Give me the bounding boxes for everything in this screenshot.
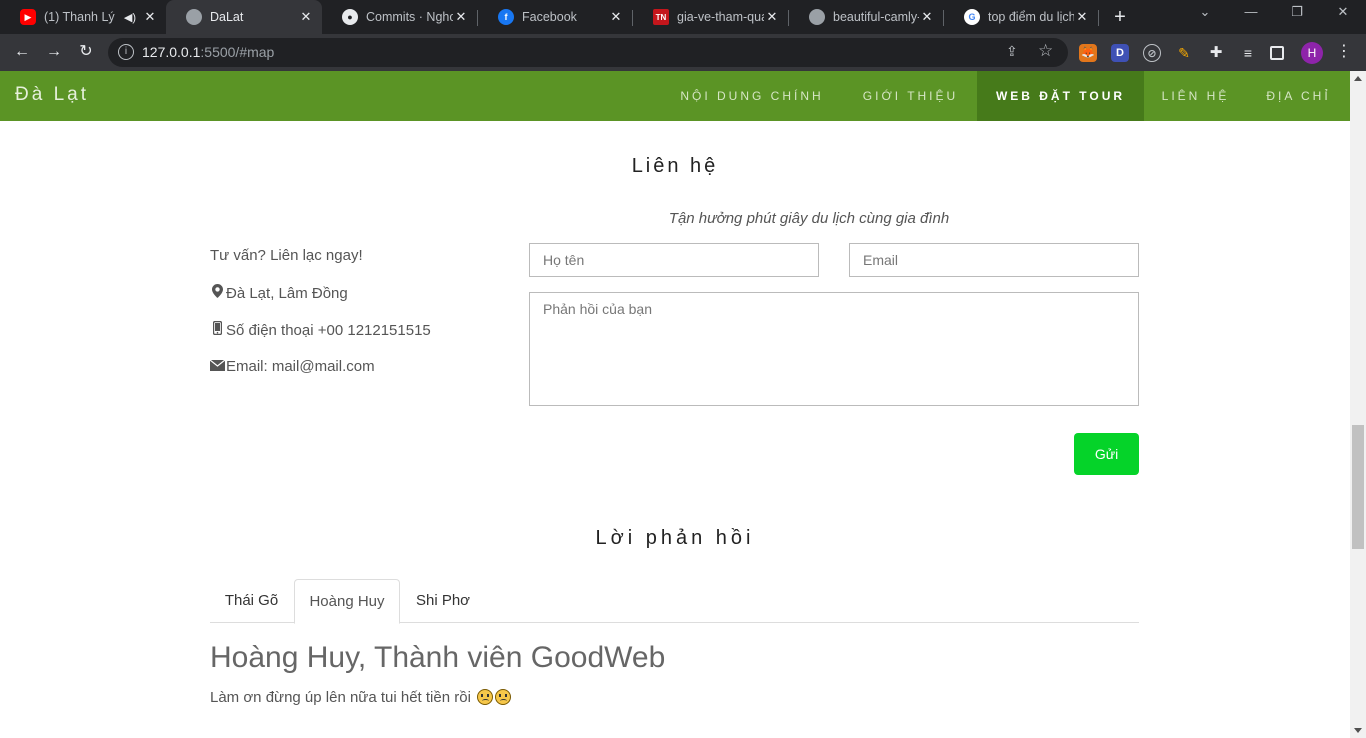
address-bar[interactable]: i 127.0.0.1:5500/#map ⇪ ☆	[108, 38, 1068, 67]
tab-title: DaLat	[210, 10, 244, 24]
tab-search-icon[interactable]: ⌄	[1190, 4, 1220, 20]
browser-tab-google[interactable]: G top điểm du lịch ✕	[944, 0, 1098, 34]
forward-icon[interactable]: →	[42, 40, 66, 64]
close-tab-icon[interactable]: ✕	[608, 9, 624, 25]
close-tab-icon[interactable]: ✕	[1074, 9, 1090, 25]
nav-web-dat-tour[interactable]: WEB ĐẶT TOUR	[977, 71, 1144, 121]
tab-thai-go[interactable]: Thái Gõ	[210, 579, 293, 623]
scroll-up-icon[interactable]	[1354, 76, 1362, 81]
site-navbar: Đà Lạt NỘI DUNG CHÍNH GIỚI THIỆU WEB ĐẶT…	[0, 71, 1350, 121]
nav-lien-he[interactable]: LIÊN HỆ	[1144, 71, 1247, 121]
compass-icon[interactable]: ⊘	[1143, 44, 1161, 62]
minimize-icon[interactable]: —	[1236, 4, 1266, 19]
tab-title: beautiful-camly-	[833, 10, 919, 24]
github-icon: ●	[342, 9, 358, 25]
page-viewport: Đà Lạt NỘI DUNG CHÍNH GIỚI THIỆU WEB ĐẶT…	[0, 71, 1350, 738]
tab-title: (1) Thanh Lý	[44, 10, 115, 24]
email-input[interactable]	[849, 243, 1139, 277]
phone-text: Số điện thoại +00 1212151515	[226, 322, 431, 339]
contact-email: Email: mail@mail.com	[209, 358, 375, 375]
globe-icon	[186, 9, 202, 25]
feedback-tabs: Thái Gõ Hoàng Huy Shi Phơ	[210, 579, 1139, 624]
nav-gioi-thieu[interactable]: GIỚI THIỆU	[844, 71, 977, 121]
browser-tab-camly[interactable]: beautiful-camly- ✕	[789, 0, 943, 34]
close-window-icon[interactable]: ✕	[1328, 4, 1358, 20]
tab-title: top điểm du lịch	[988, 10, 1074, 24]
globe-icon	[809, 9, 825, 25]
review-body: Làm ơn đừng úp lên nữa tui hết tiền rồi	[210, 689, 512, 706]
scrollbar[interactable]	[1350, 71, 1366, 738]
extension-d-icon[interactable]: D	[1111, 44, 1129, 62]
browser-tab-facebook[interactable]: f Facebook ✕	[478, 0, 632, 34]
tab-title: gia-ve-tham-qua	[677, 10, 764, 24]
site-info-icon[interactable]: i	[118, 44, 134, 60]
tab-hoang-huy[interactable]: Hoàng Huy	[294, 579, 400, 624]
reload-icon[interactable]: ↻	[74, 40, 98, 64]
back-icon[interactable]: ←	[10, 40, 34, 64]
map-marker-icon	[210, 284, 224, 302]
tab-separator	[1098, 10, 1099, 26]
scroll-down-icon[interactable]	[1354, 728, 1362, 733]
menu-kebab-icon[interactable]: ⋮	[1332, 40, 1356, 64]
media-control-icon[interactable]: ≡	[1239, 44, 1257, 62]
tn-icon: TN	[653, 9, 669, 25]
contact-heading: Liên hệ	[631, 155, 719, 177]
tab-title: Facebook	[522, 10, 577, 24]
extensions-puzzle-icon[interactable]: ✚	[1207, 44, 1225, 62]
profile-avatar[interactable]: H	[1301, 42, 1323, 64]
review-title: Hoàng Huy, Thành viên GoodWeb	[210, 641, 666, 674]
contact-prompt: Tư vấn? Liên lạc ngay!	[210, 247, 363, 264]
share-icon[interactable]: ⇪	[1006, 43, 1018, 60]
youtube-icon: ▶	[20, 9, 36, 25]
name-input[interactable]	[529, 243, 819, 277]
nav-noi-dung-chinh[interactable]: NỘI DUNG CHÍNH	[660, 71, 844, 121]
feedback-textarea[interactable]	[529, 292, 1139, 406]
url-host: 127.0.0.1	[142, 44, 201, 60]
address-text: Đà Lạt, Lâm Đồng	[226, 285, 348, 302]
tab-shi-pho[interactable]: Shi Phơ	[403, 579, 483, 623]
review-text: Làm ơn đừng úp lên nữa tui hết tiền rồi	[210, 689, 471, 706]
nav-dia-chi[interactable]: ĐỊA CHỈ	[1247, 71, 1350, 121]
browser-tab-tn[interactable]: TN gia-ve-tham-qua ✕	[633, 0, 788, 34]
bookmark-star-icon[interactable]: ☆	[1038, 41, 1053, 61]
browser-tab-strip: ▶ (1) Thanh Lý ◀) ✕ DaLat ✕ ● Commits · …	[0, 0, 1366, 34]
browser-tab-dalat[interactable]: DaLat ✕	[166, 0, 322, 34]
color-picker-icon[interactable]: ✎	[1175, 44, 1193, 62]
google-icon: G	[964, 9, 980, 25]
scrollbar-thumb[interactable]	[1352, 425, 1364, 549]
close-tab-icon[interactable]: ✕	[142, 9, 158, 25]
tab-title: Commits · Nghoa	[366, 10, 453, 24]
facebook-icon: f	[498, 9, 514, 25]
browser-tab-youtube[interactable]: ▶ (1) Thanh Lý ◀) ✕	[0, 0, 166, 34]
email-text: Email: mail@mail.com	[226, 358, 375, 375]
close-tab-icon[interactable]: ✕	[919, 9, 935, 25]
close-tab-icon[interactable]: ✕	[453, 9, 469, 25]
contact-phone: Số điện thoại +00 1212151515	[210, 320, 431, 339]
speaker-icon: ◀)	[123, 11, 136, 24]
new-tab-button[interactable]: +	[1109, 5, 1131, 29]
close-tab-icon[interactable]: ✕	[764, 9, 780, 25]
feedback-heading: Lời phản hồi	[595, 527, 755, 549]
worried-face-icon	[495, 689, 512, 705]
browser-toolbar: ← → ↻ i 127.0.0.1:5500/#map ⇪ ☆ 🦊 D ⊘ ✎ …	[0, 34, 1366, 71]
site-brand[interactable]: Đà Lạt	[15, 84, 89, 106]
worried-face-icon	[477, 689, 494, 705]
url-text[interactable]: 127.0.0.1:5500/#map	[142, 44, 274, 60]
send-button[interactable]: Gửi	[1074, 433, 1139, 475]
metamask-icon[interactable]: 🦊	[1079, 44, 1097, 62]
close-tab-icon[interactable]: ✕	[298, 9, 314, 25]
phone-icon	[210, 320, 224, 339]
side-panel-icon[interactable]	[1270, 46, 1284, 60]
url-path: :5500/#map	[200, 44, 275, 60]
envelope-icon	[209, 358, 226, 375]
restore-icon[interactable]: ❐	[1282, 4, 1312, 20]
browser-tab-github[interactable]: ● Commits · Nghoa ✕	[322, 0, 477, 34]
contact-address: Đà Lạt, Lâm Đồng	[210, 284, 348, 302]
contact-subtitle: Tận hưởng phút giây du lịch cùng gia đìn…	[668, 210, 950, 227]
